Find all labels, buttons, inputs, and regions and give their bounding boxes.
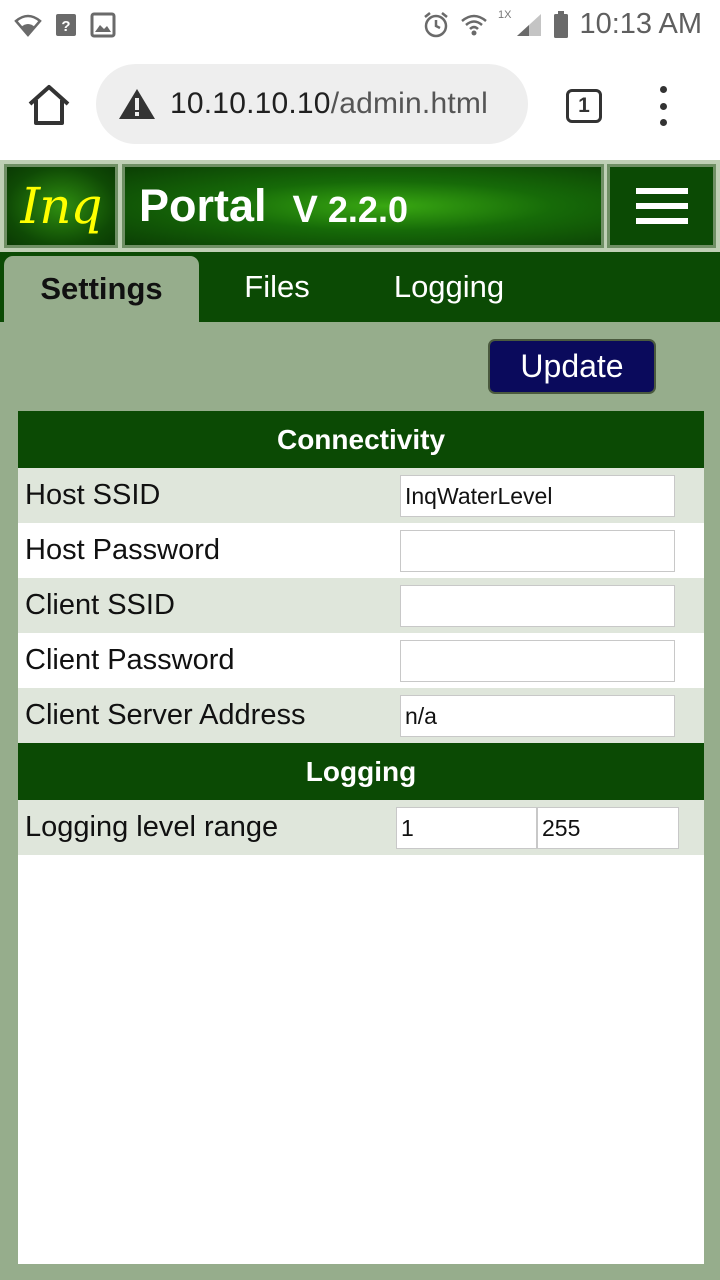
web-page: Inq Portal V 2.2.0 Settings Files Loggin… [0, 160, 720, 1280]
app-header: Inq Portal V 2.2.0 [0, 160, 720, 252]
logging-level-min-input[interactable]: 1 [396, 807, 537, 849]
logging-level-max-input[interactable]: 255 [537, 807, 679, 849]
host-password-label: Host Password [25, 534, 221, 566]
app-logo: Inq [4, 164, 118, 248]
unknown-app-notification-icon: ? [56, 14, 76, 36]
client-password-label: Client Password [25, 644, 235, 676]
host-ssid-label: Host SSID [25, 479, 161, 511]
tab-settings[interactable]: Settings [4, 256, 199, 322]
menu-dot [659, 119, 667, 126]
client-server-address-label: Client Server Address [25, 699, 306, 731]
battery-icon [554, 10, 569, 38]
client-ssid-input[interactable] [400, 585, 675, 627]
wifi-icon [14, 14, 42, 37]
table-row: Client Password [18, 633, 704, 688]
version-prefix: V [292, 188, 318, 231]
status-bar-clock: 10:13 AM [579, 8, 702, 40]
version-number: 2.2.0 [327, 188, 408, 230]
browser-toolbar: 10.10.10.10/admin.html 1 [0, 52, 720, 160]
table-row: Host Password [18, 523, 704, 578]
table-row: Host SSID InqWaterLevel [18, 468, 704, 523]
settings-panel: Connectivity Host SSID InqWaterLevel Hos… [18, 411, 704, 1264]
table-row: Client SSID [18, 578, 704, 633]
logo-text: Inq [20, 177, 103, 235]
table-row: Logging level range 1 255 [18, 800, 704, 855]
image-notification-icon [90, 12, 116, 38]
client-ssid-label: Client SSID [25, 589, 175, 621]
client-server-address-input[interactable]: n/a [400, 695, 675, 737]
not-secure-warning-icon[interactable] [118, 87, 156, 121]
wifi-signal-icon [461, 14, 487, 35]
client-password-input[interactable] [400, 640, 675, 682]
url-host: 10.10.10.10 [170, 87, 331, 120]
status-bar-notifications: ? [14, 12, 116, 38]
svg-text:?: ? [61, 18, 70, 35]
app-title-banner: Portal V 2.2.0 [122, 164, 604, 248]
home-icon[interactable] [26, 82, 72, 128]
menu-bar [635, 203, 688, 209]
tab-switcher-button[interactable]: 1 [566, 89, 602, 123]
tab-files[interactable]: Files [222, 252, 332, 322]
host-password-input[interactable] [400, 530, 675, 572]
hamburger-menu-icon[interactable] [607, 164, 716, 248]
menu-dot [659, 86, 667, 93]
tab-logging[interactable]: Logging [374, 252, 524, 322]
overflow-menu-icon[interactable] [656, 86, 670, 126]
menu-bar [635, 218, 688, 224]
alarm-clock-icon [424, 11, 448, 37]
status-bar-system: 1X 10:13 AM [422, 8, 702, 41]
app-version: V 2.2.0 [293, 189, 408, 232]
logging-section-header: Logging [18, 743, 704, 800]
cell-signal-icon [517, 13, 542, 36]
menu-bar [635, 188, 688, 194]
app-title: Portal [139, 180, 267, 231]
url-text: 10.10.10.10/admin.html [170, 87, 488, 121]
menu-dot [659, 102, 667, 110]
connectivity-section-header: Connectivity [18, 411, 704, 468]
tab-bar: Settings Files Logging [0, 252, 720, 322]
host-ssid-input[interactable]: InqWaterLevel [400, 475, 675, 517]
logging-level-range-label: Logging level range [25, 811, 279, 843]
update-button[interactable]: Update [488, 339, 656, 394]
table-row: Client Server Address n/a [18, 688, 704, 743]
url-path: /admin.html [330, 87, 488, 120]
address-bar[interactable]: 10.10.10.10/admin.html [96, 64, 528, 144]
status-bar: ? 1X 10:13 AM [0, 0, 720, 52]
network-type-label: 1X [498, 8, 512, 21]
